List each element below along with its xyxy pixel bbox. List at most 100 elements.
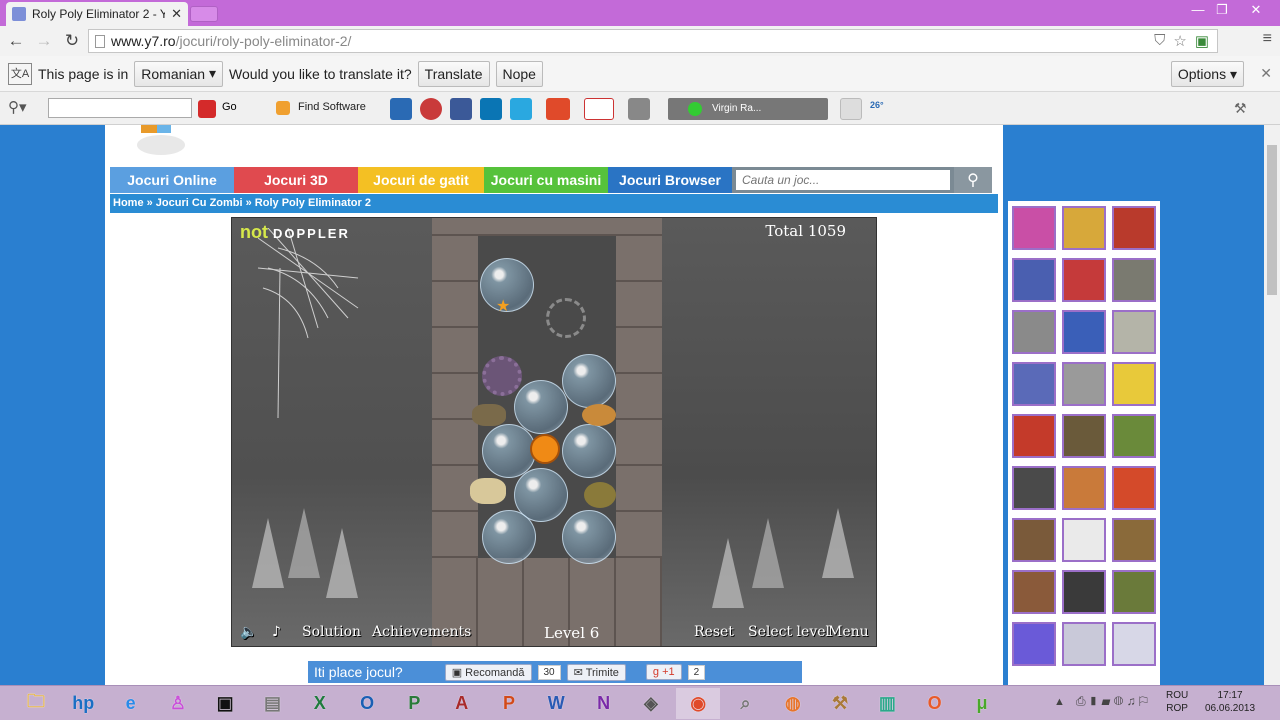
weather-app-icon[interactable] (420, 98, 442, 120)
taskbar-search-app-icon[interactable]: ⌕ (724, 688, 768, 719)
play-icon[interactable] (688, 102, 702, 116)
bubble[interactable] (514, 380, 568, 434)
game-thumbnail[interactable] (1062, 310, 1106, 354)
maximize-icon[interactable]: ❐ (1210, 2, 1234, 18)
game-thumbnail[interactable] (1062, 570, 1106, 614)
translate-button[interactable]: Translate (417, 60, 490, 87)
taskbar-powerpoint-icon[interactable]: P (487, 688, 531, 719)
taskbar-utorrent-icon[interactable]: μ (960, 688, 1004, 719)
game-thumbnail[interactable] (1012, 518, 1056, 562)
game-thumbnail[interactable] (1062, 466, 1106, 510)
game-thumbnail[interactable] (1112, 570, 1156, 614)
game-thumbnail[interactable] (1012, 206, 1056, 250)
game-thumbnail[interactable] (1012, 622, 1056, 666)
star-icon[interactable]: ☆ (1173, 32, 1186, 50)
send-button[interactable]: ✉ Trimite (566, 663, 626, 681)
zombie-roly-poly[interactable] (584, 482, 616, 508)
achievements-button[interactable]: Achievements (372, 624, 471, 640)
game-thumbnail[interactable] (1062, 622, 1106, 666)
language-indicator[interactable]: ROU ROP (1166, 689, 1188, 715)
menu-button[interactable]: Menu (828, 624, 869, 640)
taskbar-app-figure-icon[interactable]: ♙ (156, 688, 200, 719)
reload-icon[interactable]: ↻ (60, 31, 84, 51)
game-thumbnail[interactable] (1062, 206, 1106, 250)
taskbar-tool-icon[interactable]: ⚒ (818, 688, 862, 719)
close-tab-icon[interactable]: ✕ (171, 6, 182, 22)
app-icon[interactable] (390, 98, 412, 120)
taskbar-terminal-icon[interactable]: ▣ (203, 688, 247, 719)
new-tab-button[interactable] (190, 6, 218, 22)
shield-icon[interactable]: ⛉ (1154, 32, 1165, 50)
taskbar-opera-icon[interactable]: O (913, 688, 957, 719)
game-thumbnail[interactable] (1062, 258, 1106, 302)
taskbar-equalizer-icon[interactable]: ▥ (865, 688, 909, 719)
game-thumbnail[interactable] (1012, 466, 1056, 510)
game-search-button[interactable]: ⚲ (954, 167, 992, 193)
page-scrollbar[interactable] (1264, 125, 1280, 685)
zombie-roly-poly[interactable] (582, 404, 616, 426)
game-thumbnail[interactable] (1062, 362, 1106, 406)
taskbar-hp-icon[interactable]: hp (61, 688, 105, 719)
language-select[interactable]: Romanian ▾ (134, 60, 224, 87)
taskbar-outlook-icon[interactable]: O (345, 688, 389, 719)
linkedin-icon[interactable] (480, 98, 502, 120)
mail-icon[interactable] (840, 98, 862, 120)
sound-icon[interactable]: 🔈 (240, 624, 257, 640)
game-thumbnail[interactable] (1112, 466, 1156, 510)
chrome-menu-icon[interactable]: ≡ (1263, 30, 1272, 48)
bubble[interactable] (562, 354, 616, 408)
forward-icon[interactable]: → (32, 31, 56, 51)
game-thumbnail[interactable] (1012, 258, 1056, 302)
breadcrumb[interactable]: Home » Jocuri Cu Zombi » Roly Poly Elimi… (110, 194, 998, 213)
game-thumbnail[interactable] (1112, 310, 1156, 354)
find-software-button[interactable]: Find Software (298, 101, 366, 113)
taskbar-project-icon[interactable]: P (392, 688, 436, 719)
weather-temp[interactable]: 26° (870, 100, 884, 122)
game-thumbnail[interactable] (1012, 414, 1056, 458)
address-bar[interactable]: www.y7.ro/jocuri/roly-poly-eliminator-2/… (88, 29, 1218, 53)
nav-jocuri-de-gatit[interactable]: Jocuri de gatit (358, 167, 484, 193)
scrollbar-thumb[interactable] (1267, 145, 1277, 295)
options-button[interactable]: Options ▾ (1170, 61, 1244, 87)
taskbar-network-icon[interactable]: ▤ (251, 688, 295, 719)
clock[interactable]: 17:17 06.06.2013 (1205, 689, 1255, 715)
game-thumbnail[interactable] (1062, 414, 1106, 458)
game-thumbnail[interactable] (1112, 622, 1156, 666)
show-hidden-icons[interactable]: ▲ (1054, 696, 1065, 708)
tray-icons[interactable]: ⎙ ▮ ▰ ◍ ♫ ⚐ (1076, 694, 1148, 709)
game-thumbnail[interactable] (1112, 518, 1156, 562)
game-thumbnail[interactable] (1112, 206, 1156, 250)
wrench-icon[interactable]: ⚒ (1234, 100, 1247, 122)
taskbar-chrome-icon[interactable]: ◉ (676, 688, 721, 719)
game-thumbnail[interactable] (1062, 518, 1106, 562)
game-search-input[interactable] (736, 170, 950, 190)
solution-button[interactable]: Solution (302, 624, 361, 640)
close-window-icon[interactable]: ✕ (1244, 2, 1268, 18)
pumpkin-roly-poly[interactable] (530, 434, 560, 464)
taskbar-word-icon[interactable]: W (534, 688, 578, 719)
taskbar-access-icon[interactable]: A (440, 688, 484, 719)
screen-icon[interactable] (628, 98, 650, 120)
select-level-button[interactable]: Select level (748, 624, 830, 640)
game-thumbnail[interactable] (1012, 570, 1056, 614)
taskbar-firefox-icon[interactable]: ◍ (771, 688, 815, 719)
taskbar-onenote-icon[interactable]: N (582, 688, 626, 719)
nav-jocuri-3d[interactable]: Jocuri 3D (234, 167, 358, 193)
bubble[interactable] (482, 510, 536, 564)
nope-button[interactable]: Nope (495, 60, 543, 87)
magnifier-icon[interactable]: ⚲▾ (8, 98, 27, 120)
go-button[interactable]: Go (222, 101, 237, 123)
extension-icon[interactable]: ▣ (1195, 32, 1209, 50)
game-thumbnail[interactable] (1012, 310, 1056, 354)
taskbar-excel-icon[interactable]: X (298, 688, 342, 719)
zombie-roly-poly[interactable] (470, 478, 506, 504)
radio-player[interactable]: Virgin Ra... (668, 98, 828, 120)
notdoppler-logo[interactable]: not DOPPLER (240, 222, 350, 243)
back-icon[interactable]: ← (4, 31, 28, 51)
taskbar-shield-app-icon[interactable]: ◈ (629, 688, 673, 719)
music-icon[interactable]: ♪ (272, 624, 281, 640)
twitter-icon[interactable] (510, 98, 532, 120)
reset-button[interactable]: Reset (694, 624, 734, 640)
toolbar-search-input[interactable] (48, 98, 192, 118)
bubble[interactable] (562, 510, 616, 564)
